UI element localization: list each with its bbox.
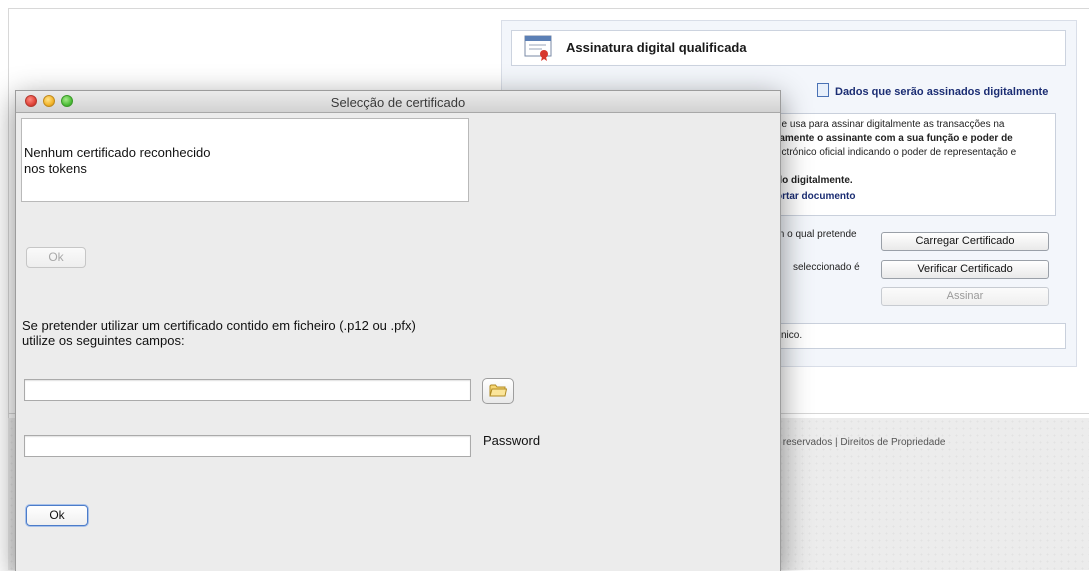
signature-title: Assinatura digital qualificada xyxy=(566,40,747,55)
certificate-file-input[interactable] xyxy=(24,379,471,401)
file-instruction-line2: utilize os seguintes campos: xyxy=(22,333,185,348)
cert-select-text: m o qual pretende xyxy=(776,229,857,240)
dialog-titlebar[interactable]: Selecção de certificado xyxy=(16,91,780,113)
certificate-icon xyxy=(524,35,552,61)
token-ok-button[interactable]: Ok xyxy=(26,247,86,268)
token-message-box: Nenhum certificado reconhecido nos token… xyxy=(21,118,469,202)
signature-header: Assinatura digital qualificada xyxy=(511,30,1066,66)
token-message-line1: Nenhum certificado reconhecido xyxy=(24,145,211,160)
cert-selected-text: seleccionado é xyxy=(793,262,860,273)
info-line: do digitalmente. xyxy=(776,175,853,186)
password-label: Password xyxy=(483,433,541,448)
load-certificate-button[interactable]: Carregar Certificado xyxy=(881,232,1049,251)
page-top-border xyxy=(8,8,1089,9)
info-line: ue usa para assinar digitalmente as tran… xyxy=(776,119,1005,130)
info-line: tamente o assinante com a sua função e p… xyxy=(776,133,1013,144)
signed-data-link-label: Dados que serão assinados digitalmente xyxy=(835,86,1049,98)
signed-data-link[interactable]: Dados que serão assinados digitalmente xyxy=(817,83,1048,98)
sign-button[interactable]: Assinar xyxy=(881,287,1049,306)
info-line: ectrónico oficial indicando o poder de r… xyxy=(776,147,1017,158)
file-instruction-line1: Se pretender utilizar um certificado con… xyxy=(22,318,416,333)
file-instruction: Se pretender utilizar um certificado con… xyxy=(22,318,416,348)
certificate-dialog: Selecção de certificado Nenhum certifica… xyxy=(15,90,781,571)
token-message-line2: nos tokens xyxy=(24,161,87,176)
import-document-link[interactable]: ortar documento xyxy=(776,190,855,204)
file-ok-button[interactable]: Ok xyxy=(26,505,88,526)
folder-icon xyxy=(489,384,507,397)
footer-text: s reservados | Direitos de Propriedade xyxy=(775,437,946,448)
dialog-title: Selecção de certificado xyxy=(330,95,466,110)
password-input[interactable] xyxy=(24,435,471,457)
browse-file-button[interactable] xyxy=(482,378,514,404)
document-icon xyxy=(817,83,829,97)
verify-certificate-button[interactable]: Verificar Certificado xyxy=(881,260,1049,279)
